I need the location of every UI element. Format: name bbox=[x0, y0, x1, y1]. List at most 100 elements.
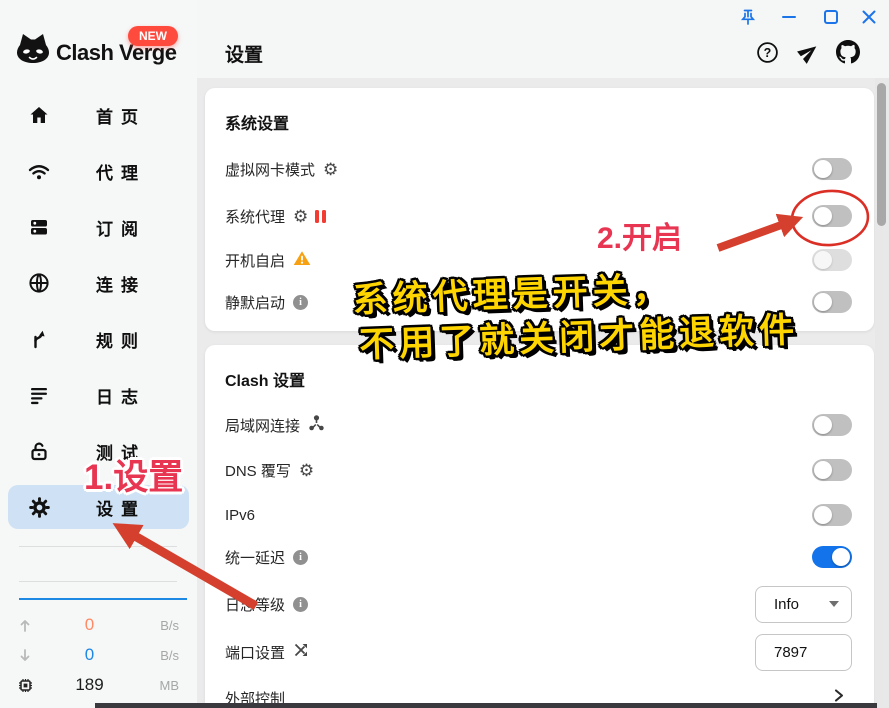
memory-chip-icon bbox=[18, 678, 36, 693]
toggle-knob bbox=[814, 461, 832, 479]
toggle-knob bbox=[832, 548, 850, 566]
arrow-up-icon bbox=[18, 618, 36, 633]
github-icon[interactable] bbox=[836, 40, 860, 69]
sidebar-item-profiles[interactable]: 订阅 bbox=[8, 205, 189, 249]
chevron-down-icon bbox=[829, 601, 839, 607]
sidebar-item-label: 测试 bbox=[51, 439, 187, 464]
setting-row-unified-delay: 统一延迟 i bbox=[225, 537, 852, 577]
download-stat: 0 B/s bbox=[18, 643, 179, 667]
page-title: 设置 bbox=[225, 40, 263, 67]
unlock-icon bbox=[27, 440, 51, 462]
scrollbar-thumb[interactable] bbox=[877, 83, 886, 226]
auto-launch-toggle[interactable] bbox=[812, 249, 852, 271]
maximize-icon[interactable] bbox=[824, 10, 838, 24]
close-icon[interactable] bbox=[861, 9, 877, 30]
row-label: 日志等级 bbox=[225, 594, 285, 615]
cat-logo-icon bbox=[15, 33, 51, 69]
toggle-knob bbox=[814, 506, 832, 524]
svg-text:?: ? bbox=[764, 46, 772, 60]
toggle-knob bbox=[814, 293, 832, 311]
sidebar-item-connections[interactable]: 连接 bbox=[8, 261, 189, 305]
setting-row-ipv6: IPv6 bbox=[225, 495, 852, 535]
sidebar-item-label: 日志 bbox=[51, 383, 187, 408]
fork-right-icon bbox=[27, 328, 51, 350]
subscriptions-icon bbox=[27, 216, 51, 238]
clash-settings-card: Clash 设置 局域网连接 DNS 覆写 ⚙ IPv6 统一延迟 i bbox=[205, 345, 874, 708]
log-lines-icon bbox=[27, 384, 51, 406]
row-label: 统一延迟 bbox=[225, 547, 285, 568]
setting-row-silent-start: 静默启动 i bbox=[225, 282, 852, 322]
upload-speed-value: 0 bbox=[36, 615, 143, 635]
toggle-knob bbox=[814, 207, 832, 225]
row-label: 局域网连接 bbox=[225, 415, 300, 436]
sidebar-item-label: 规则 bbox=[51, 327, 187, 352]
lan-toggle[interactable] bbox=[812, 414, 852, 436]
row-label: IPv6 bbox=[225, 507, 255, 524]
setting-row-system-proxy: 系统代理 ⚙ bbox=[225, 196, 852, 236]
sidebar-item-settings[interactable]: 设置 bbox=[8, 485, 189, 529]
sidebar-item-rules[interactable]: 规则 bbox=[8, 317, 189, 361]
traffic-divider bbox=[19, 546, 177, 547]
sidebar-item-logs[interactable]: 日志 bbox=[8, 373, 189, 417]
pin-icon[interactable] bbox=[739, 8, 757, 31]
toggle-knob bbox=[814, 416, 832, 434]
unified-delay-toggle[interactable] bbox=[812, 546, 852, 568]
sidebar: Clash Verge NEW 首页 代理 订阅 连接 bbox=[0, 0, 197, 708]
sidebar-item-test[interactable]: 测试 bbox=[8, 429, 189, 473]
system-settings-card: 系统设置 虚拟网卡模式 ⚙ 系统代理 ⚙ 开机自启 静默启动 bbox=[205, 88, 874, 331]
globe-icon bbox=[27, 272, 51, 294]
clash-verge-window: Clash Verge NEW 首页 代理 订阅 连接 bbox=[0, 0, 889, 708]
telegram-icon[interactable] bbox=[797, 41, 820, 69]
wifi-icon bbox=[27, 160, 51, 182]
minimize-icon[interactable] bbox=[782, 16, 796, 18]
setting-row-dns-overwrite: DNS 覆写 ⚙ bbox=[225, 450, 852, 490]
setting-row-log-level: 日志等级 i Info bbox=[225, 582, 852, 626]
help-icon[interactable]: ? bbox=[756, 41, 779, 69]
setting-row-auto-launch: 开机自启 bbox=[225, 240, 852, 280]
home-icon bbox=[27, 104, 51, 126]
warning-icon bbox=[293, 250, 311, 271]
sidebar-item-label: 设置 bbox=[51, 495, 187, 520]
info-icon: i bbox=[293, 550, 308, 565]
sidebar-item-proxies[interactable]: 代理 bbox=[8, 149, 189, 193]
row-label: 虚拟网卡模式 bbox=[225, 159, 315, 180]
gear-icon[interactable]: ⚙ bbox=[299, 462, 314, 479]
background-window-edge bbox=[95, 703, 877, 708]
silent-start-toggle[interactable] bbox=[812, 291, 852, 313]
row-label: 端口设置 bbox=[225, 642, 285, 663]
upload-stat: 0 B/s bbox=[18, 613, 179, 637]
download-speed-unit: B/s bbox=[143, 648, 179, 663]
download-speed-value: 0 bbox=[36, 645, 143, 665]
lan-hub-icon bbox=[308, 414, 325, 436]
traffic-divider bbox=[19, 581, 177, 582]
arrow-down-icon bbox=[18, 648, 36, 663]
sidebar-item-home[interactable]: 首页 bbox=[8, 93, 189, 137]
memory-usage-unit: MB bbox=[143, 678, 179, 693]
row-label: 静默启动 bbox=[225, 292, 285, 313]
gear-icon[interactable]: ⚙ bbox=[293, 208, 308, 225]
toggle-knob bbox=[814, 251, 832, 269]
row-label: 系统代理 bbox=[225, 206, 285, 227]
dns-overwrite-toggle[interactable] bbox=[812, 459, 852, 481]
card-title: Clash 设置 bbox=[225, 367, 305, 391]
log-level-select[interactable]: Info bbox=[755, 586, 852, 623]
ipv6-toggle[interactable] bbox=[812, 504, 852, 526]
card-title: 系统设置 bbox=[225, 110, 289, 134]
setting-row-lan: 局域网连接 bbox=[225, 405, 852, 445]
info-icon: i bbox=[293, 597, 308, 612]
gear-icon[interactable]: ⚙ bbox=[323, 161, 338, 178]
tun-mode-toggle[interactable] bbox=[812, 158, 852, 180]
memory-usage-value: 189 bbox=[36, 675, 143, 695]
memory-stat: 189 MB bbox=[18, 673, 179, 697]
sidebar-item-label: 代理 bbox=[51, 159, 187, 184]
row-label: 开机自启 bbox=[225, 250, 285, 271]
info-icon: i bbox=[293, 295, 308, 310]
system-proxy-toggle[interactable] bbox=[812, 205, 852, 227]
port-input[interactable] bbox=[755, 634, 852, 671]
setting-row-tun-mode: 虚拟网卡模式 ⚙ bbox=[225, 149, 852, 189]
traffic-graph-baseline bbox=[19, 598, 187, 600]
shuffle-icon[interactable] bbox=[293, 642, 309, 663]
sidebar-item-label: 连接 bbox=[51, 271, 187, 296]
log-level-value: Info bbox=[774, 596, 829, 613]
setting-row-port: 端口设置 bbox=[225, 630, 852, 674]
